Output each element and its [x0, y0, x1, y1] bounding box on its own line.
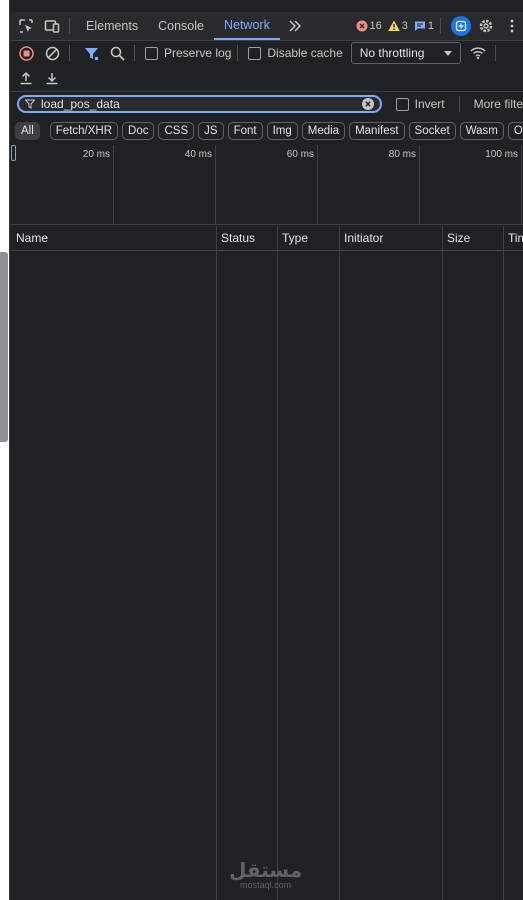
chip-img[interactable]: Img — [266, 122, 298, 140]
page-scrollbar[interactable] — [0, 252, 8, 442]
settings-gear-icon[interactable] — [475, 15, 497, 37]
preserve-log-label: Preserve log — [164, 46, 232, 60]
chip-manifest[interactable]: Manifest — [349, 122, 405, 140]
message-count: 1 — [427, 20, 434, 32]
filter-row: Invert More filte — [11, 92, 523, 116]
invert-label: Invert — [414, 97, 445, 111]
watermark-arabic: مستقل — [229, 858, 303, 882]
import-har-upload-icon[interactable] — [15, 67, 37, 89]
page-viewport-strip — [0, 0, 10, 900]
watermark-logo: مستقل mostaql.com — [229, 858, 302, 890]
panel-divider[interactable] — [9, 0, 10, 900]
warning-icon — [387, 20, 400, 31]
column-header-size[interactable]: Size — [442, 226, 503, 250]
import-export-toolbar — [11, 65, 523, 92]
timeline-tick-label: 80 ms — [388, 149, 416, 160]
search-icon[interactable] — [106, 42, 128, 64]
error-count-badge[interactable]: 16 — [356, 20, 382, 32]
network-conditions-wifi-icon[interactable] — [467, 42, 489, 64]
inspect-element-icon[interactable] — [15, 15, 37, 37]
timeline-tick-label: 100 ms — [485, 149, 518, 160]
timeline-tick-label: 20 ms — [82, 149, 110, 160]
chip-js[interactable]: JS — [198, 122, 224, 140]
chip-socket[interactable]: Socket — [408, 122, 456, 140]
devtools-tab-bar: Elements Console Network 16 3 1 — [11, 12, 523, 41]
chip-font[interactable]: Font — [227, 122, 263, 140]
error-count: 16 — [369, 20, 382, 32]
chip-wasm[interactable]: Wasm — [459, 122, 504, 140]
column-header-time[interactable]: Tim — [503, 226, 523, 250]
tab-network[interactable]: Network — [213, 12, 280, 40]
timeline-gridline — [317, 145, 318, 224]
timeline-overview[interactable]: 20 ms 40 ms 60 ms 80 ms 100 ms — [11, 145, 523, 225]
timeline-gridline — [521, 145, 522, 224]
timeline-gridline — [419, 145, 420, 224]
record-stop-icon[interactable] — [15, 42, 37, 64]
filter-icon — [25, 99, 35, 109]
chip-other[interactable]: Othe — [507, 122, 523, 140]
throttling-value: No throttling — [359, 46, 425, 60]
column-divider[interactable] — [339, 226, 340, 900]
requests-table-header: Name Status Type Initiator Size Tim — [11, 226, 523, 251]
separator — [458, 96, 460, 112]
warning-count: 3 — [401, 20, 408, 32]
timeline-gridline — [113, 145, 114, 224]
more-options-icon[interactable] — [501, 15, 523, 37]
warning-count-badge[interactable]: 3 — [387, 20, 408, 32]
disable-cache-label: Disable cache — [267, 46, 343, 60]
resource-type-filters: All Fetch/XHR Doc CSS JS Font Img Media … — [11, 119, 523, 143]
separator — [69, 18, 70, 34]
timeline-gridline — [215, 145, 216, 224]
more-tabs-chevron-icon[interactable] — [284, 15, 306, 37]
filter-input-box[interactable] — [17, 95, 382, 113]
column-header-initiator[interactable]: Initiator — [339, 226, 442, 250]
disable-cache-checkbox[interactable] — [248, 46, 262, 60]
column-header-status[interactable]: Status — [216, 226, 277, 250]
filter-funnel-icon[interactable] — [80, 42, 102, 64]
column-header-name[interactable]: Name — [11, 226, 216, 250]
dropdown-arrow-icon — [443, 50, 452, 56]
message-icon — [414, 21, 425, 31]
export-har-download-icon[interactable] — [41, 67, 63, 89]
chip-all[interactable]: All — [15, 122, 40, 140]
chip-doc[interactable]: Doc — [122, 122, 155, 140]
clear-filter-icon[interactable] — [361, 98, 374, 110]
error-icon — [356, 20, 367, 32]
devtools-panel: Elements Console Network 16 3 1 Preserve… — [11, 10, 523, 900]
tab-console[interactable]: Console — [148, 12, 214, 40]
chip-media[interactable]: Media — [301, 122, 346, 140]
column-divider[interactable] — [216, 226, 217, 900]
timeline-tick-label: 60 ms — [286, 149, 314, 160]
timeline-handle-left[interactable] — [11, 145, 16, 161]
throttling-select[interactable]: No throttling — [350, 42, 461, 64]
window-top-strip — [0, 0, 523, 10]
column-divider[interactable] — [503, 226, 504, 900]
separator — [69, 45, 70, 61]
timeline-tick-label: 40 ms — [184, 149, 212, 160]
filter-input[interactable] — [35, 97, 362, 111]
column-divider[interactable] — [277, 226, 278, 900]
invert-checkbox[interactable] — [395, 97, 409, 111]
device-toolbar-icon[interactable] — [41, 15, 63, 37]
tab-elements[interactable]: Elements — [76, 12, 148, 40]
chip-fetch-xhr[interactable]: Fetch/XHR — [49, 122, 119, 140]
chip-css[interactable]: CSS — [158, 122, 195, 140]
separator — [440, 18, 441, 34]
ai-assistance-icon[interactable] — [451, 16, 471, 36]
separator — [237, 45, 239, 61]
separator — [134, 45, 135, 61]
message-count-badge[interactable]: 1 — [414, 20, 434, 32]
more-filters-button[interactable]: More filte — [474, 97, 523, 111]
column-header-type[interactable]: Type — [277, 226, 339, 250]
column-divider[interactable] — [442, 226, 443, 900]
preserve-log-checkbox[interactable] — [145, 46, 158, 60]
separator — [494, 45, 496, 61]
network-toolbar: Preserve log Disable cache No throttling — [11, 41, 523, 65]
clear-log-icon[interactable] — [41, 42, 63, 64]
